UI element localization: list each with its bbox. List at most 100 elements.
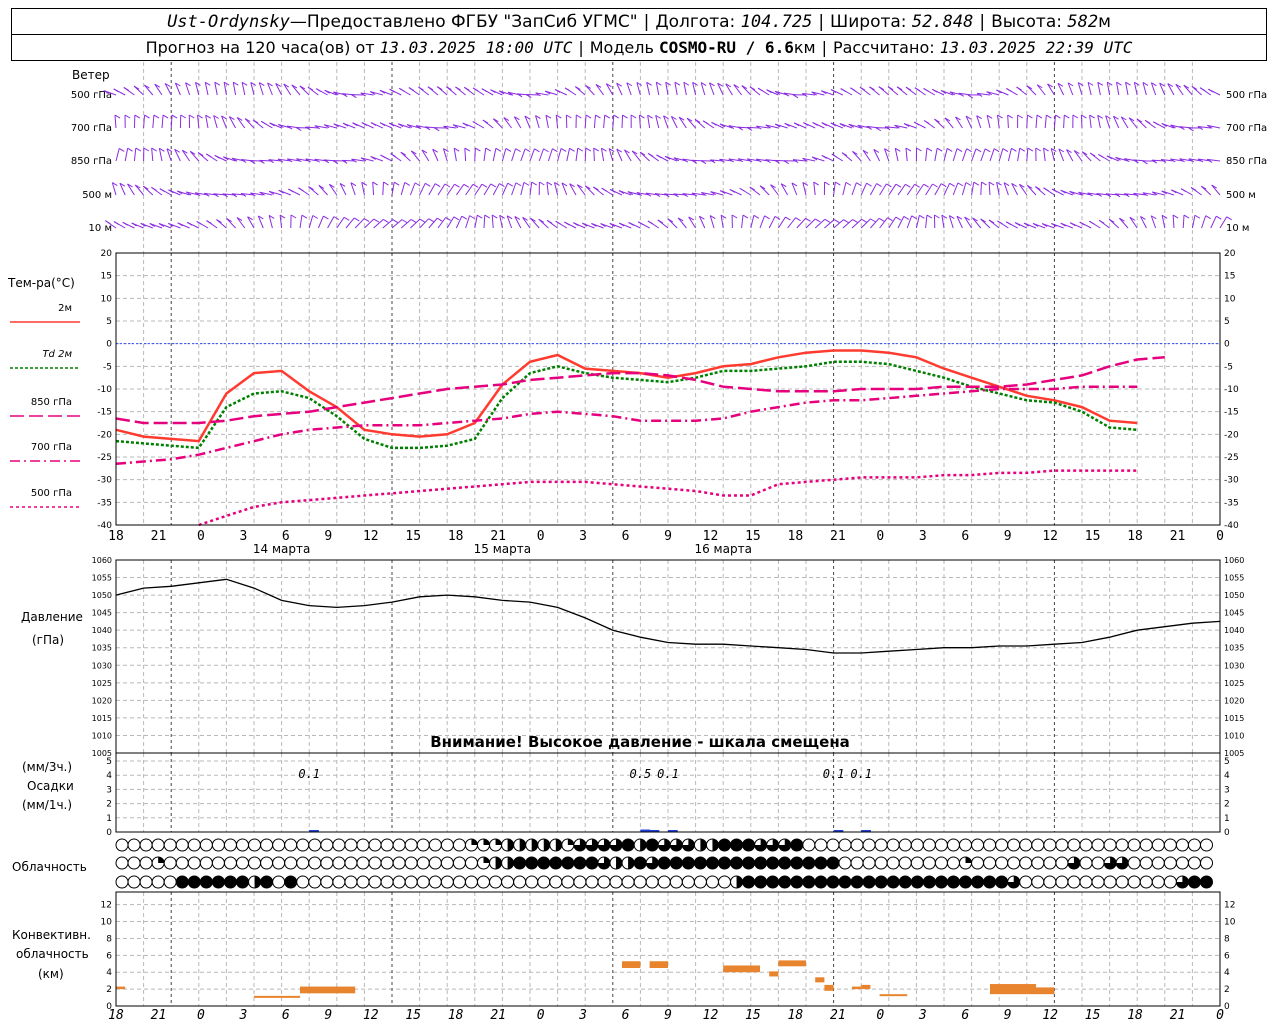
pressure-y-tick-right: 1015 — [1224, 714, 1244, 723]
cloud-cover-symbol — [922, 838, 936, 852]
time-tick: 18 — [448, 529, 464, 544]
cloud-cover-symbol — [669, 875, 683, 889]
cloud-cover-fill — [640, 839, 647, 852]
wind-barb-flag — [1190, 186, 1197, 191]
cloud-cover-fill — [471, 838, 478, 845]
wind-barb-flag — [639, 114, 645, 119]
wind-barb — [674, 82, 678, 96]
wind-barb-flag — [1180, 188, 1187, 193]
time-tick: 9 — [664, 529, 672, 544]
cloud-cover-symbol — [308, 856, 322, 870]
wind-barb-flag — [1043, 187, 1049, 192]
cloud-cover-symbol — [272, 838, 286, 852]
pressure-y-tick-right: 1040 — [1224, 626, 1244, 635]
time-tick: 0 — [537, 529, 545, 544]
wind-barb — [593, 147, 595, 162]
pressure-y-tick-right: 1020 — [1224, 696, 1244, 705]
wind-barb — [520, 182, 525, 196]
wind-barb-flag — [932, 183, 938, 188]
temp-y-tick-right: 15 — [1224, 272, 1235, 282]
cloud-cover-symbol — [886, 856, 900, 870]
wind-barb — [805, 218, 816, 229]
wind-barb — [308, 215, 314, 229]
wind-barb — [291, 84, 301, 96]
wind-barb-flag — [495, 147, 502, 152]
time-tick: 6 — [961, 1008, 969, 1023]
cloud-cover-symbol — [778, 875, 792, 889]
cloud-cover-symbol — [187, 856, 201, 870]
wind-barb — [1116, 82, 1120, 96]
cloud-cover-symbol — [983, 875, 997, 889]
wind-barb — [1017, 148, 1021, 162]
cloud-cover-symbol — [272, 856, 286, 870]
wind-barb-flag — [656, 154, 662, 159]
wind-barb-flag — [593, 147, 599, 152]
cloud-cover-symbol — [718, 856, 731, 870]
time-tick: 3 — [579, 529, 587, 544]
time-tick: 21 — [1170, 529, 1186, 544]
wind-barb-flag — [490, 183, 497, 188]
conv-y-tick: 2 — [106, 985, 112, 995]
cloud-cover-symbol — [886, 875, 900, 889]
wind-barb — [318, 185, 328, 196]
wind-barb — [226, 218, 236, 229]
cloud-cover-symbol — [284, 838, 298, 852]
cloud-title: Облачность — [12, 860, 87, 874]
precip-y-tick: 1 — [106, 814, 112, 824]
wind-barb — [576, 184, 586, 196]
wind-barb — [961, 182, 967, 196]
wind-barb-flag — [524, 148, 531, 153]
wind-barb-flag — [903, 215, 910, 220]
cloud-cover-symbol — [946, 875, 960, 889]
wind-barb — [151, 148, 154, 162]
cloud-cover-symbol — [718, 838, 731, 852]
cloud-cover-symbol — [1139, 856, 1153, 870]
wind-barb-flag — [373, 218, 380, 223]
wind-barb — [631, 150, 641, 162]
convective-cloud-bar — [723, 965, 760, 973]
wind-barb-flag — [1144, 119, 1151, 124]
cloud-cover-symbol — [790, 856, 804, 870]
cloud-cover-symbol — [633, 856, 647, 870]
wind-barb-flag — [1064, 114, 1070, 119]
wind-barb-flag — [428, 218, 434, 223]
wind-barb — [980, 181, 983, 196]
wind-barb-flag — [887, 217, 893, 222]
wind-barb-flag — [288, 188, 294, 193]
temp-y-tick: 20 — [101, 249, 113, 259]
wind-barb — [483, 148, 487, 162]
cloud-cover-symbol — [1163, 838, 1177, 852]
cloud-cover-symbol — [452, 838, 466, 852]
date-label: 15 марта — [474, 542, 531, 556]
wind-barb-flag — [1055, 114, 1061, 119]
cloud-cover-symbol — [645, 838, 659, 852]
wind-barb — [1063, 114, 1065, 129]
date-label: 16 марта — [694, 542, 751, 556]
wind-barb-flag — [997, 220, 1003, 225]
cloud-cover-symbol — [320, 875, 334, 889]
wind-barb-flag — [576, 114, 582, 119]
cloud-cover-symbol — [1200, 856, 1213, 870]
cloud-cover-symbol — [1067, 838, 1081, 852]
wind-barb — [197, 115, 200, 129]
wind-barb-flag — [647, 220, 654, 225]
wind-barb — [655, 82, 660, 96]
cloud-cover-symbol — [332, 838, 346, 852]
temp-y-tick-right: -30 — [1224, 476, 1239, 486]
cloud-cover-symbol — [296, 875, 310, 889]
cloud-cover-symbol — [802, 875, 816, 889]
cloud-cover-symbol — [1175, 856, 1189, 870]
time-tick: 15 — [745, 1008, 761, 1023]
cloud-cover-symbol — [199, 838, 213, 852]
wind-barb — [511, 182, 517, 196]
cloud-cover-symbol — [416, 856, 430, 870]
pressure-unit: (гПа) — [32, 633, 65, 647]
wind-level-label: 10 м — [89, 223, 112, 234]
cloud-cover-symbol — [1127, 856, 1141, 870]
conv-y-tick-right: 2 — [1224, 985, 1230, 995]
cloud-cover-fill — [965, 857, 972, 863]
cloud-cover-symbol — [814, 856, 828, 870]
cloud-cover-symbol — [260, 875, 274, 889]
cloud-cover-fill — [158, 856, 165, 863]
wind-barb — [364, 218, 375, 229]
